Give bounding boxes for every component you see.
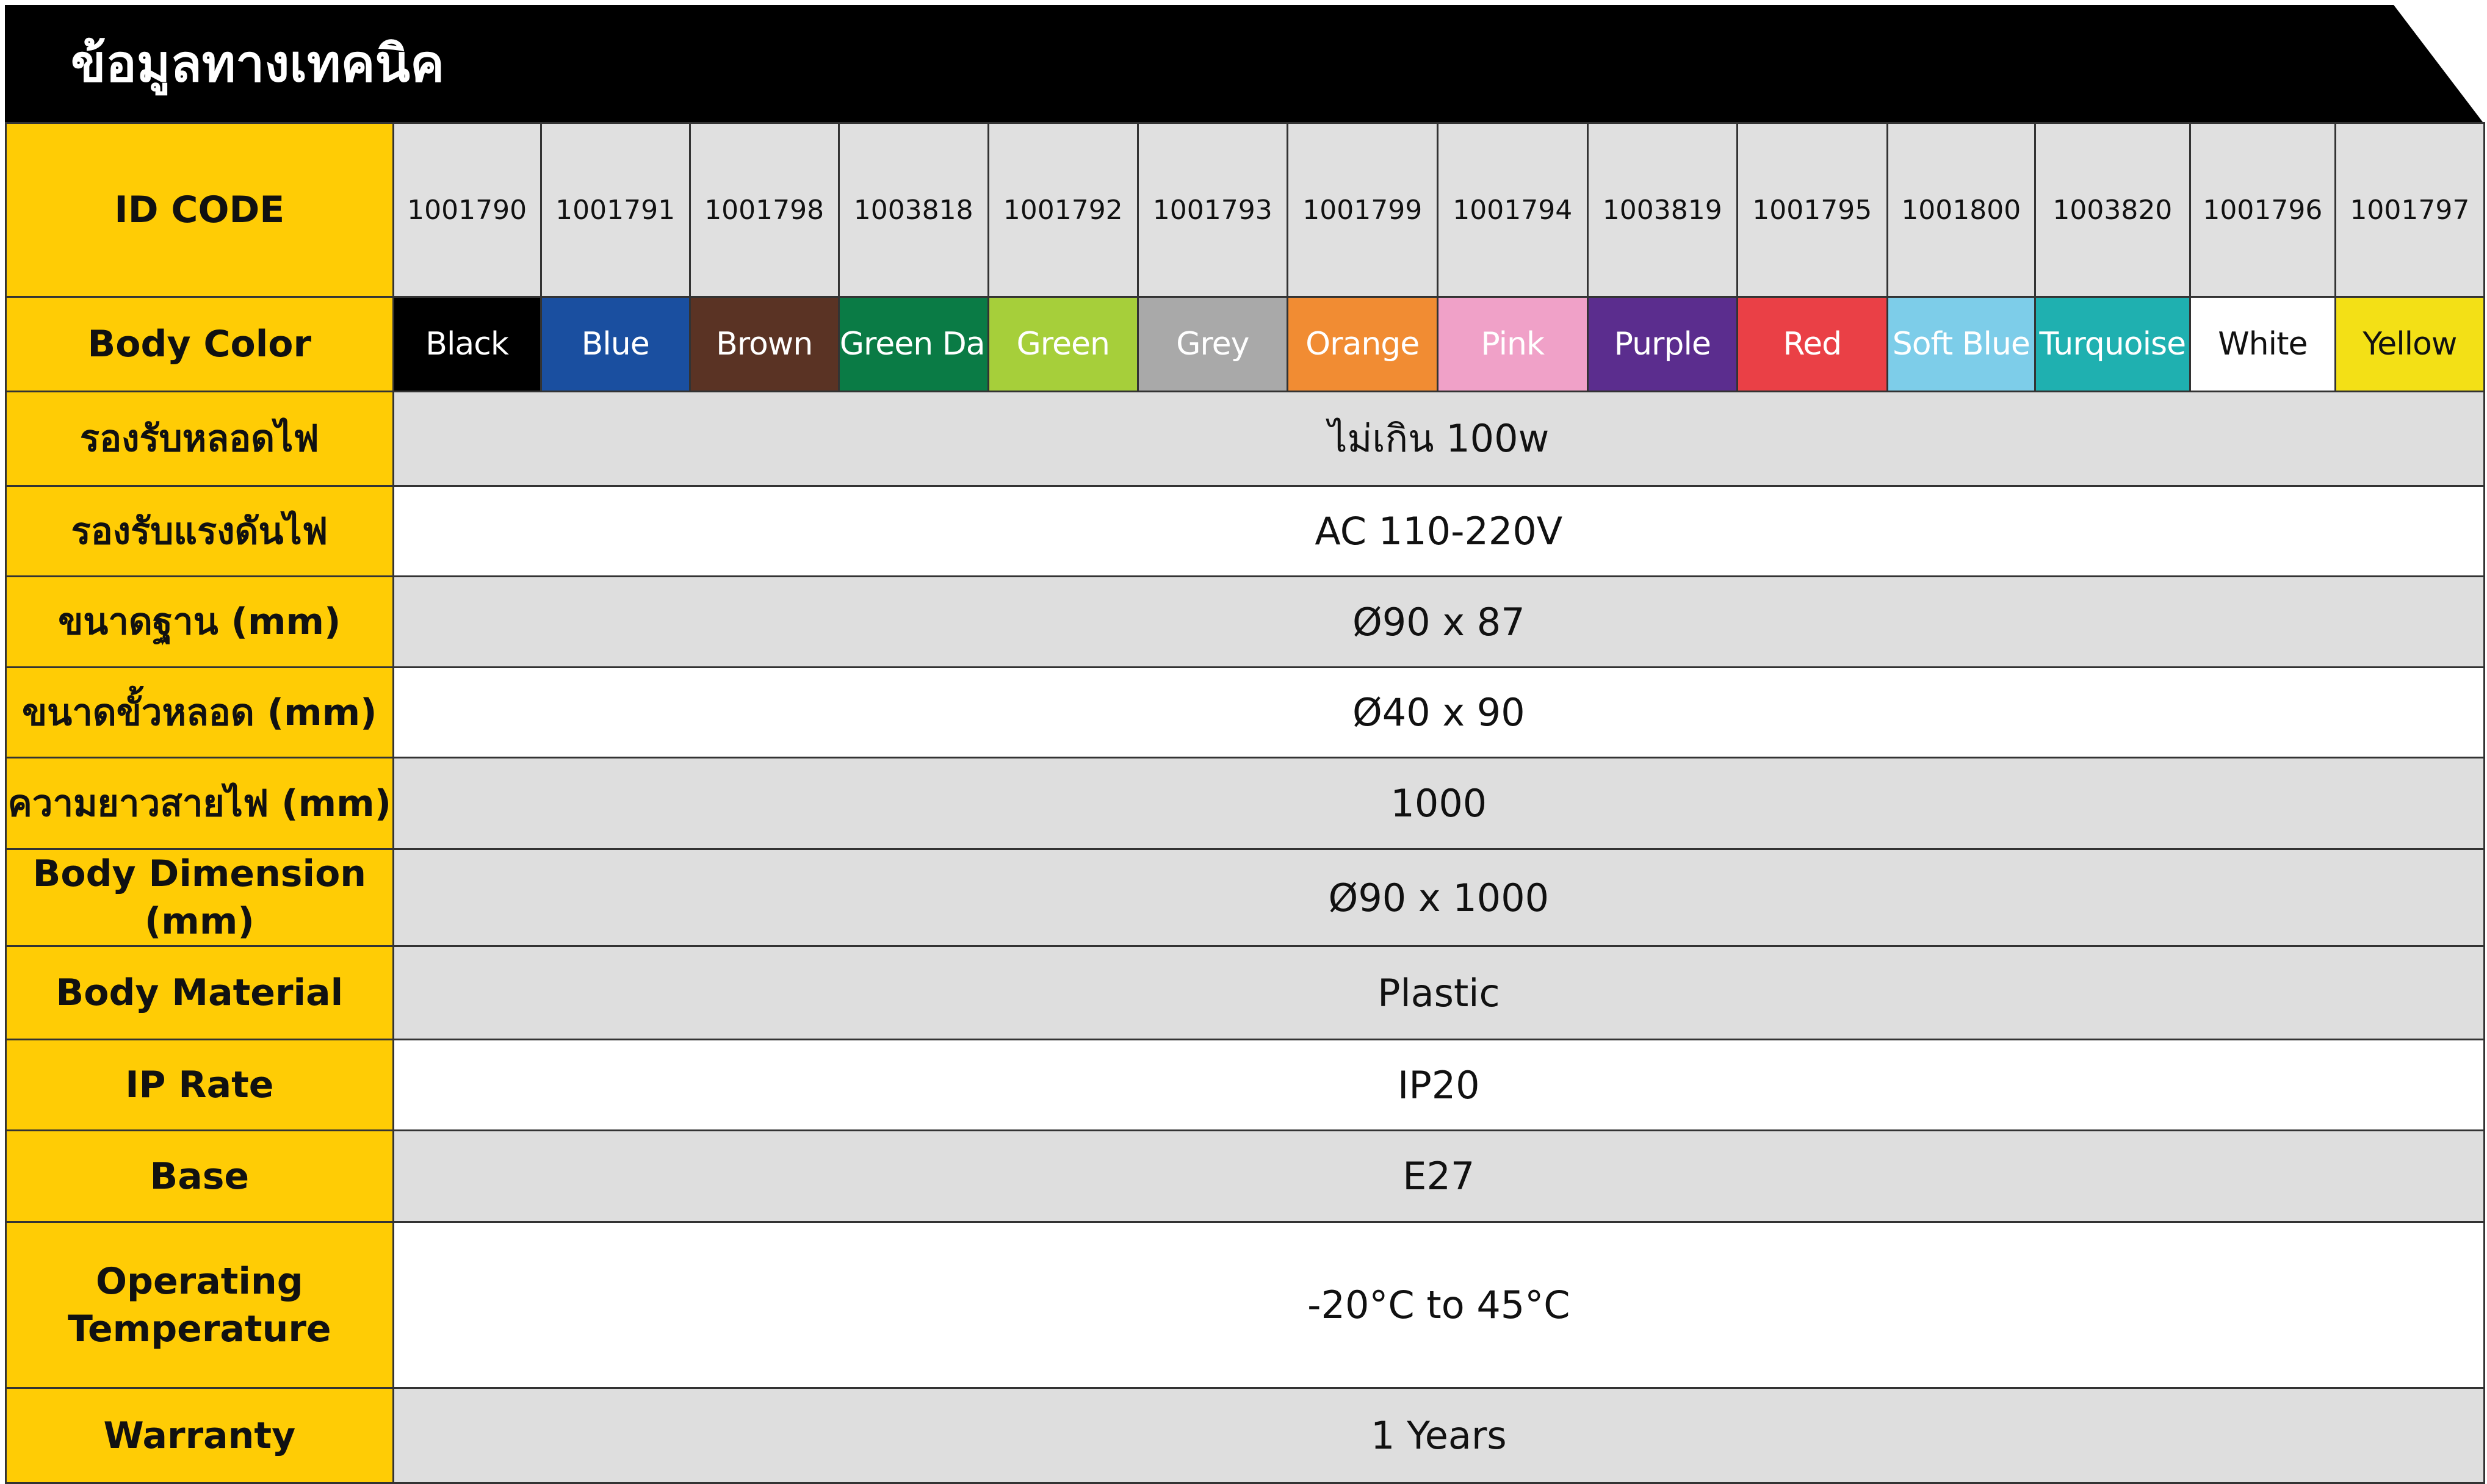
id-code-cell: 1001790 — [392, 122, 542, 298]
id-code-cell: 1001793 — [1136, 122, 1288, 298]
color-swatch-green-dark: Green Dark — [837, 296, 989, 392]
operating-temp-value: -20°C to 45°C — [392, 1221, 2486, 1389]
color-swatch-brown: Brown — [688, 296, 840, 392]
id-code-cell: 1001792 — [987, 122, 1139, 298]
operating-temp-label-line2: Temperature — [68, 1307, 331, 1350]
id-code-cell: 1001794 — [1436, 122, 1589, 298]
ip-rate-label: IP Rate — [5, 1039, 394, 1131]
id-code-cell: 1001800 — [1886, 122, 2036, 298]
operating-temp-label: Operating Temperature — [5, 1221, 394, 1389]
color-swatch-red: Red — [1736, 296, 1888, 392]
warranty-value: 1 Years — [392, 1387, 2486, 1484]
body-dimension-label: Body Dimension (mm) — [5, 848, 394, 947]
color-swatch-white: White — [2189, 296, 2336, 392]
id-code-cell: 1001791 — [540, 122, 691, 298]
color-swatch-soft-blue: Soft Blue — [1886, 296, 2036, 392]
bulb-support-value: ไม่เกิน 100w — [392, 391, 2486, 487]
body-material-value: Plastic — [392, 945, 2486, 1040]
base-size-label: ขนาดฐาน (mm) — [5, 575, 394, 668]
id-code-cell: 1001798 — [688, 122, 840, 298]
ip-rate-row: IP Rate IP20 — [5, 1039, 2486, 1131]
base-size-row: ขนาดฐาน (mm) Ø90 x 87 — [5, 575, 2486, 668]
color-swatch-purple: Purple — [1586, 296, 1738, 392]
id-code-row: ID CODE 1001790 1001791 1001798 1003818 … — [5, 122, 2486, 298]
body-dimension-value: Ø90 x 1000 — [392, 848, 2486, 947]
id-code-label: ID CODE — [5, 122, 394, 298]
spec-table: ID CODE 1001790 1001791 1001798 1003818 … — [5, 122, 2486, 1484]
bulb-support-label: รองรับหลอดไฟ — [5, 391, 394, 487]
id-code-cell: 1001796 — [2189, 122, 2336, 298]
voltage-row: รองรับแรงดันไฟ AC 110-220V — [5, 485, 2486, 577]
section-header: ข้อมูลทางเทคนิค — [5, 5, 2483, 122]
base-row: Base E27 — [5, 1129, 2486, 1223]
section-title: ข้อมูลทางเทคนิค — [71, 34, 445, 93]
base-label: Base — [5, 1129, 394, 1223]
id-code-cell: 1001799 — [1286, 122, 1438, 298]
operating-temp-label-line1: Operating — [96, 1259, 303, 1303]
body-material-label: Body Material — [5, 945, 394, 1040]
body-material-row: Body Material Plastic — [5, 945, 2486, 1040]
bulb-support-row: รองรับหลอดไฟ ไม่เกิน 100w — [5, 391, 2486, 487]
voltage-label: รองรับแรงดันไฟ — [5, 485, 394, 577]
color-swatch-green: Green — [987, 296, 1139, 392]
body-dimension-row: Body Dimension (mm) Ø90 x 1000 — [5, 848, 2486, 947]
color-swatch-black: Black — [392, 296, 542, 392]
warranty-row: Warranty 1 Years — [5, 1387, 2486, 1484]
voltage-value: AC 110-220V — [392, 485, 2486, 577]
cable-length-label: ความยาวสายไฟ (mm) — [5, 757, 394, 850]
id-code-cell: 1003818 — [837, 122, 989, 298]
color-swatch-grey: Grey — [1136, 296, 1288, 392]
warranty-label: Warranty — [5, 1387, 394, 1484]
id-code-cell: 1003819 — [1586, 122, 1738, 298]
socket-size-label: ขนาดขั้วหลอด (mm) — [5, 666, 394, 758]
ip-rate-value: IP20 — [392, 1039, 2486, 1131]
base-size-value: Ø90 x 87 — [392, 575, 2486, 668]
color-swatch-orange: Orange — [1286, 296, 1438, 392]
body-color-row: Body Color Black Blue Brown Green Dark G… — [5, 296, 2486, 392]
socket-size-row: ขนาดขั้วหลอด (mm) Ø40 x 90 — [5, 666, 2486, 758]
cable-length-value: 1000 — [392, 757, 2486, 850]
id-code-cell: 1001797 — [2334, 122, 2486, 298]
color-swatch-turquoise: Turquoise — [2034, 296, 2191, 392]
color-swatch-blue: Blue — [540, 296, 691, 392]
id-code-cell: 1003820 — [2034, 122, 2191, 298]
body-color-label: Body Color — [5, 296, 394, 392]
operating-temp-row: Operating Temperature -20°C to 45°C — [5, 1221, 2486, 1389]
base-value: E27 — [392, 1129, 2486, 1223]
socket-size-value: Ø40 x 90 — [392, 666, 2486, 758]
cable-length-row: ความยาวสายไฟ (mm) 1000 — [5, 757, 2486, 850]
color-swatch-yellow: Yellow — [2334, 296, 2486, 392]
color-swatch-pink: Pink — [1436, 296, 1589, 392]
id-code-cell: 1001795 — [1736, 122, 1888, 298]
